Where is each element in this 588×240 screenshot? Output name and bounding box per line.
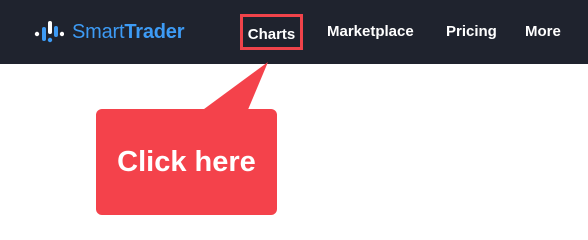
bar-chart-logo-icon xyxy=(34,21,64,43)
nav-item-more[interactable]: More xyxy=(525,20,561,44)
top-navbar: SmartTrader Charts Marketplace Pricing M… xyxy=(0,0,588,64)
nav-item-charts[interactable]: Charts xyxy=(240,14,303,50)
brand-name-light: Smart xyxy=(72,20,125,43)
brand-logo[interactable]: SmartTrader xyxy=(34,16,184,48)
nav-item-pricing[interactable]: Pricing xyxy=(446,20,497,44)
brand-name-bold: Trader xyxy=(124,20,185,43)
click-here-callout: Click here xyxy=(96,109,277,215)
brand-name: SmartTrader xyxy=(72,21,184,44)
nav-item-marketplace[interactable]: Marketplace xyxy=(327,20,414,44)
callout-text: Click here xyxy=(117,145,256,178)
